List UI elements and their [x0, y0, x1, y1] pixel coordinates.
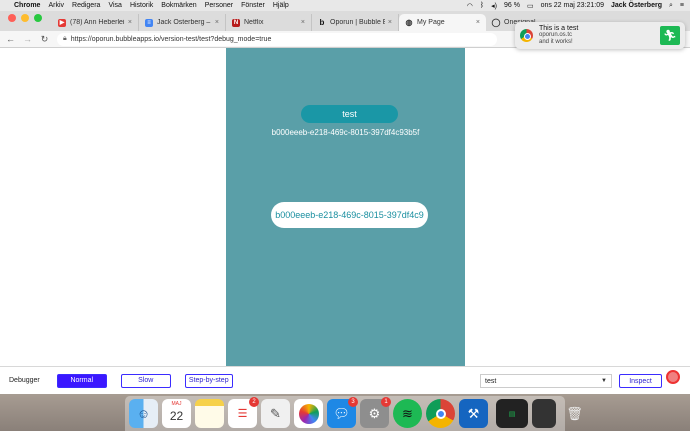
test-button[interactable]: test	[301, 105, 398, 123]
menu-historik[interactable]: Historik	[130, 2, 153, 9]
menu-hjalp[interactable]: Hjälp	[273, 2, 289, 9]
zoom-window-icon[interactable]	[34, 14, 42, 22]
uuid-text: b000eeeb-e218-469c-8015-397df4c93b5f	[271, 128, 420, 137]
close-window-icon[interactable]	[8, 14, 16, 22]
reminders-badge: 2	[249, 397, 259, 407]
wifi-icon[interactable]: ◠	[467, 2, 473, 10]
macos-dock: ☺ MAJ 22 ☰ 2 ✎ 💬︎ 3 ⚙ 1 ≋ ⚒ ▤ 🗑︎	[125, 396, 583, 431]
tab-youtube[interactable]: ▶ (78) Ann Heberlein: ×	[52, 14, 139, 31]
menu-fonster[interactable]: Fönster	[241, 2, 265, 9]
chrome-icon	[520, 29, 533, 42]
menu-arkiv[interactable]: Arkiv	[48, 2, 64, 9]
tab-title: My Page	[417, 19, 445, 26]
tab-close-icon[interactable]: ×	[128, 19, 132, 26]
inspect-button[interactable]: Inspect	[619, 374, 662, 388]
tab-title: Jack Österberg – Re	[157, 19, 212, 26]
macos-menu-bar: Chrome Arkiv Redigera Visa Historik Bokm…	[0, 0, 690, 11]
address-bar[interactable]: 🔒︎ https://oporun.bubbleapps.io/version-…	[57, 32, 497, 46]
spotify-icon[interactable]: ≋	[393, 399, 422, 428]
menu-visa[interactable]: Visa	[108, 2, 122, 9]
chevron-down-icon: ▼	[601, 378, 607, 384]
window-thumbnail[interactable]	[532, 399, 556, 428]
chrome-dock-icon[interactable]	[426, 399, 455, 428]
notification-source: oporun.os.tc	[539, 32, 573, 38]
bluetooth-icon[interactable]: ᛒ	[480, 2, 484, 9]
photos-icon[interactable]	[294, 399, 323, 428]
bubble-debugger-bar: Debugger Normal Slow Step-by-step test ▼…	[0, 366, 690, 394]
debugger-normal-button[interactable]: Normal	[56, 373, 107, 388]
spotify-window-thumbnail[interactable]: ▤	[496, 399, 528, 428]
messages-icon[interactable]: 💬︎ 3	[327, 397, 358, 428]
tab-close-icon[interactable]: ×	[476, 19, 480, 26]
debugger-label: Debugger	[9, 377, 40, 384]
tab-title: Oporun | Bubble Edi	[330, 19, 385, 26]
finder-icon[interactable]: ☺	[129, 399, 158, 428]
tab-close-icon[interactable]: ×	[301, 19, 305, 26]
notification-title: This is a test	[539, 25, 579, 32]
tab-title: (78) Ann Heberlein:	[70, 19, 125, 26]
calendar-icon[interactable]: MAJ 22	[162, 399, 191, 428]
system-preferences-icon[interactable]: ⚙ 1	[360, 397, 391, 428]
netflix-icon: N	[232, 18, 240, 27]
tab-bubble-editor[interactable]: b Oporun | Bubble Edi ×	[312, 14, 399, 31]
window-controls	[0, 11, 52, 31]
battery-percent[interactable]: 96 %	[504, 2, 520, 9]
element-select-value: test	[485, 377, 497, 385]
notification-center-icon[interactable]: ≡	[680, 2, 684, 9]
messages-badge: 3	[348, 397, 358, 407]
globe-icon: ◍	[405, 18, 413, 27]
bubble-page-canvas: test b000eeeb-e218-469c-8015-397df4c93b5…	[226, 48, 465, 370]
running-person-icon: 🏃︎	[660, 26, 680, 45]
debugger-slow-button[interactable]: Slow	[120, 373, 171, 388]
menu-app-chrome[interactable]: Chrome	[14, 2, 40, 9]
menubar-clock[interactable]: ons 22 maj 23:21:09	[541, 2, 604, 9]
menu-personer[interactable]: Personer	[205, 2, 233, 9]
bubble-icon: b	[319, 18, 325, 27]
reminders-icon[interactable]: ☰ 2	[228, 397, 259, 428]
xcode-icon[interactable]: ⚒	[459, 399, 488, 428]
system-preferences-badge: 1	[381, 397, 391, 407]
debugger-step-button[interactable]: Step-by-step	[184, 373, 233, 388]
battery-icon: ▭	[526, 2, 534, 10]
forward-arrow-icon[interactable]: →	[23, 34, 32, 44]
address-url: https://oporun.bubbleapps.io/version-tes…	[70, 35, 272, 43]
menubar-user[interactable]: Jack Österberg	[611, 2, 662, 9]
menu-redigera[interactable]: Redigera	[72, 2, 100, 9]
lock-icon[interactable]: 🔒︎	[63, 35, 67, 43]
tab-google-docs[interactable]: ≡ Jack Österberg – Re ×	[139, 14, 226, 31]
calendar-month: MAJ	[171, 401, 182, 407]
volume-icon[interactable]: ◂)	[491, 2, 497, 10]
back-arrow-icon[interactable]: ←	[6, 34, 15, 44]
notes-icon[interactable]	[195, 399, 224, 428]
youtube-icon: ▶	[58, 18, 66, 27]
preview-icon[interactable]: ✎	[261, 399, 290, 428]
uuid-pill[interactable]: b000eeeb-e218-469c-8015-397df4c9	[271, 202, 428, 228]
tab-close-icon[interactable]: ×	[215, 19, 219, 26]
page-viewport: test b000eeeb-e218-469c-8015-397df4c93b5…	[0, 48, 690, 370]
tab-my-page[interactable]: ◍ My Page ×	[399, 14, 486, 31]
notification-body: and it works!	[539, 39, 573, 45]
avatar[interactable]	[666, 370, 680, 384]
tab-close-icon[interactable]: ×	[388, 19, 392, 26]
reload-icon[interactable]: ↻	[40, 34, 49, 45]
trash-icon[interactable]: 🗑︎	[560, 399, 589, 428]
calendar-day: 22	[169, 409, 184, 423]
element-select[interactable]: test ▼	[480, 374, 612, 388]
onesignal-icon: ◯	[491, 18, 501, 27]
spotlight-icon[interactable]: ⌕	[669, 2, 673, 10]
tab-title: Netflix	[244, 19, 264, 26]
menu-bokmarken[interactable]: Bokmärken	[161, 2, 196, 9]
tab-netflix[interactable]: N Netflix ×	[226, 14, 312, 31]
google-docs-icon: ≡	[145, 18, 153, 27]
push-notification[interactable]: This is a test oporun.os.tc and it works…	[515, 22, 685, 49]
minimize-window-icon[interactable]	[21, 14, 29, 22]
